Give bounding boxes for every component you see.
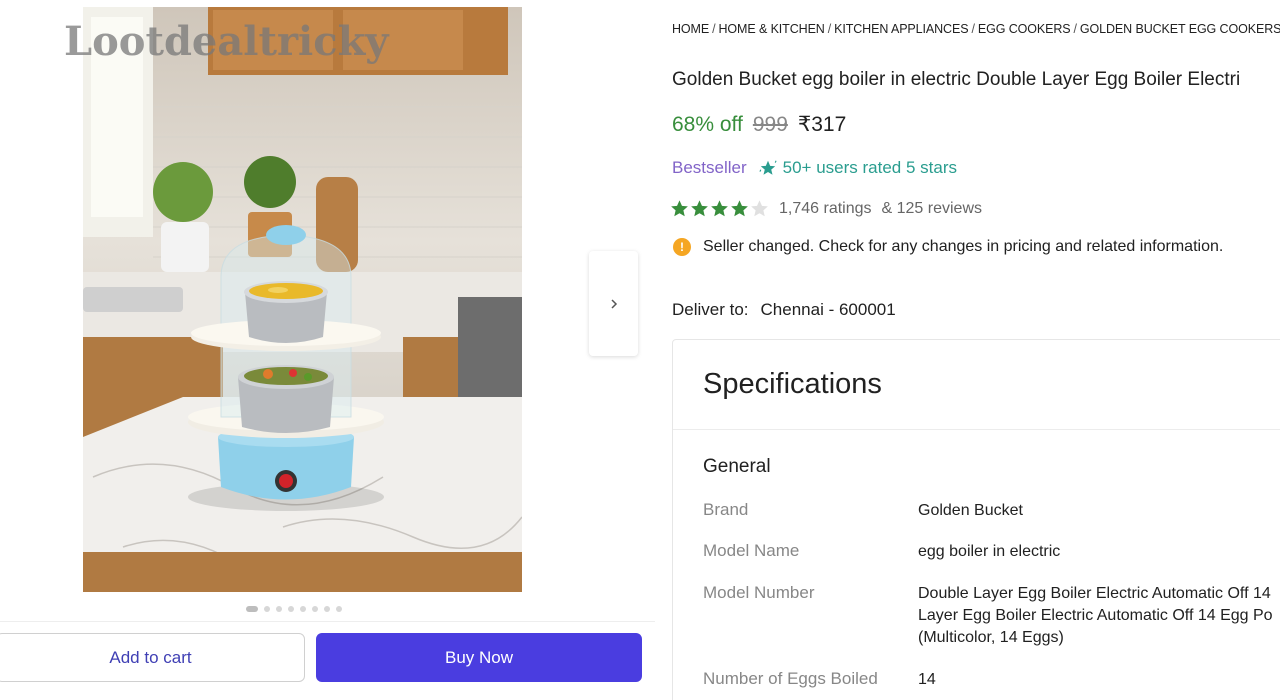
breadcrumb-link[interactable]: EGG COOKERS xyxy=(978,22,1071,36)
mrp-price: 999 xyxy=(752,113,788,136)
star-filled-icon xyxy=(671,200,688,217)
specifications-card: Specifications General Brand Golden Buck… xyxy=(672,339,1280,700)
spec-section-title: General xyxy=(703,456,771,477)
selling-price: ₹317 xyxy=(797,113,847,136)
seller-change-notice: ! Seller changed. Check for any changes … xyxy=(673,238,1223,256)
breadcrumb-link[interactable]: GOLDEN BUCKET EGG COOKERS xyxy=(1080,22,1280,36)
spec-value: Double Layer Egg Boiler Electric Automat… xyxy=(918,585,1273,646)
product-title: Golden Bucket egg boiler in electric Dou… xyxy=(672,69,1241,90)
gallery-dot[interactable] xyxy=(336,606,342,612)
spec-key: Model Name xyxy=(703,541,800,560)
star-filled-icon xyxy=(691,200,708,217)
spec-value: egg boiler in electric xyxy=(918,543,1061,560)
spec-value: Golden Bucket xyxy=(918,502,1023,519)
buy-now-button[interactable]: Buy Now xyxy=(316,633,642,682)
spec-table: Brand Golden Bucket Model Name egg boile… xyxy=(703,500,1280,699)
gallery-dot[interactable] xyxy=(324,606,330,612)
rated-text: 50+ users rated 5 stars xyxy=(782,158,957,177)
breadcrumb-link[interactable]: HOME xyxy=(672,22,709,36)
breadcrumb-link[interactable]: HOME & KITCHEN xyxy=(718,22,824,36)
add-to-cart-button[interactable]: Add to cart xyxy=(0,633,305,682)
egg-boiler-product-image xyxy=(83,7,522,592)
gallery-dot[interactable] xyxy=(276,606,282,612)
spec-value: 14 xyxy=(918,671,936,688)
product-image[interactable] xyxy=(83,7,522,592)
spec-row: Model Number Double Layer Egg Boiler Ele… xyxy=(703,583,1280,669)
gallery-dot[interactable] xyxy=(264,606,270,612)
bestseller-badge: Bestseller xyxy=(672,158,747,177)
deliver-label: Deliver to: xyxy=(672,300,749,319)
spec-row: Number of Eggs Boiled 14 xyxy=(703,669,1280,699)
spec-row: Model Name egg boiler in electric xyxy=(703,541,1280,583)
ratings-count: 1,746 ratings xyxy=(779,199,872,217)
gallery-dot[interactable] xyxy=(300,606,306,612)
star-filled-icon xyxy=(711,200,728,217)
specifications-heading: Specifications xyxy=(673,340,1280,430)
star-filled-icon xyxy=(731,200,748,217)
gallery-dot[interactable] xyxy=(312,606,318,612)
price-row: 68% off 999 ₹317 xyxy=(672,112,846,137)
deliver-pincode[interactable]: Chennai - 600001 xyxy=(761,300,896,320)
next-image-button[interactable] xyxy=(589,251,638,356)
delivery-location[interactable]: Deliver to: Chennai - 600001 xyxy=(672,300,896,320)
spec-key: Number of Eggs Boiled xyxy=(703,669,878,688)
gallery-dot[interactable] xyxy=(246,606,258,612)
spec-row: Brand Golden Bucket xyxy=(703,500,1280,541)
star-rating xyxy=(670,199,769,218)
badges-row: Bestseller 50+ users rated 5 stars xyxy=(672,158,957,178)
action-bar: Add to cart Buy Now xyxy=(0,621,655,693)
rated-badge: 50+ users rated 5 stars xyxy=(759,158,957,178)
info-icon: ! xyxy=(673,238,691,256)
spec-key: Brand xyxy=(703,500,749,519)
sparkle-star-icon xyxy=(759,160,777,175)
gallery-dots xyxy=(246,606,342,612)
discount-label: 68% off xyxy=(672,113,743,136)
chevron-right-icon xyxy=(610,298,617,309)
gallery-dot[interactable] xyxy=(288,606,294,612)
reviews-count: & 125 reviews xyxy=(881,199,983,217)
breadcrumb: HOME / HOME & KITCHEN / KITCHEN APPLIANCES / E… xyxy=(672,22,1280,36)
watermark: Lootdealtricky xyxy=(64,18,389,65)
spec-key: Model Number xyxy=(703,583,815,602)
seller-note-text: Seller changed. Check for any changes in… xyxy=(703,238,1224,255)
star-empty-icon xyxy=(751,200,768,217)
breadcrumb-link[interactable]: KITCHEN APPLIANCES xyxy=(834,22,968,36)
rating-row[interactable]: 1,746 ratings & 125 reviews xyxy=(670,199,982,218)
